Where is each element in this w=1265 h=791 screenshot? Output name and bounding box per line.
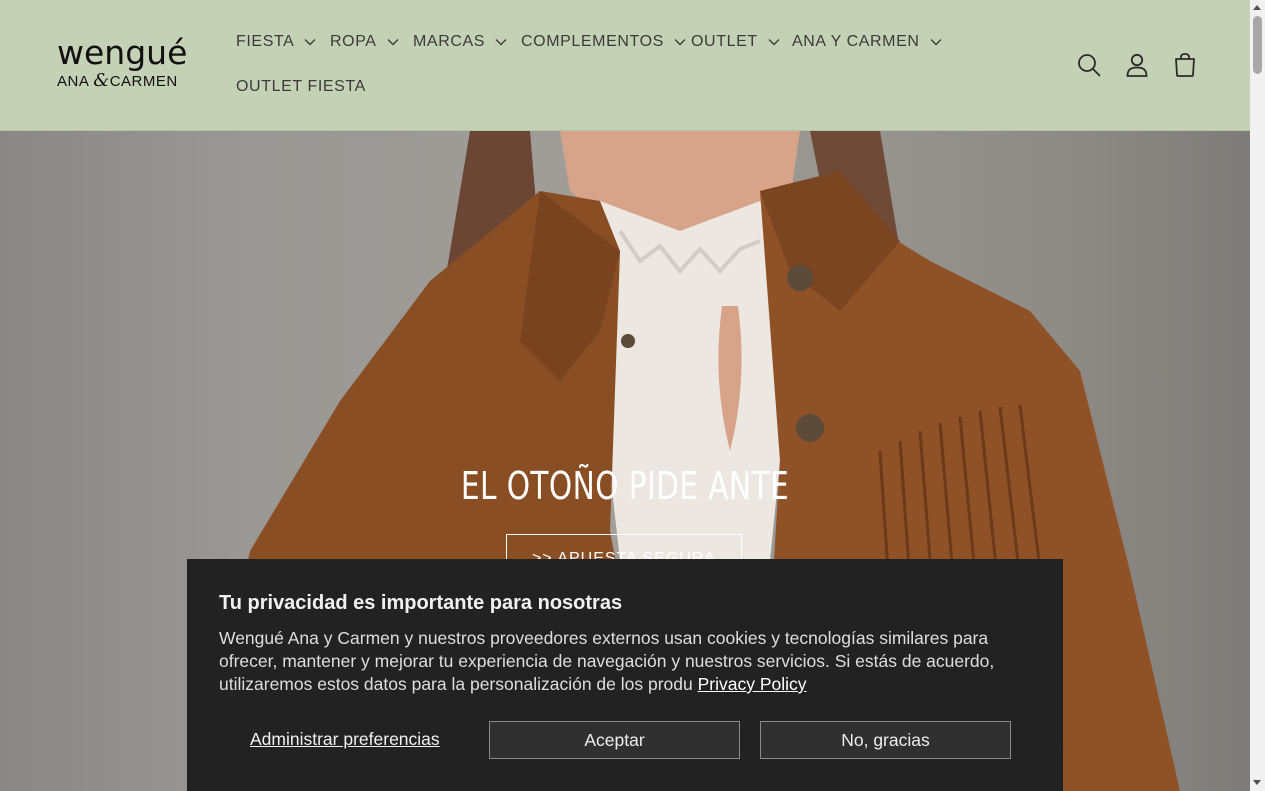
nav-item-outlet[interactable]: OUTLET: [691, 33, 780, 51]
nav-item-label: ROPA: [330, 33, 377, 50]
chevron-down-icon: [674, 38, 686, 46]
nav-item-marcas[interactable]: MARCAS: [413, 33, 507, 51]
search-icon[interactable]: [1075, 51, 1103, 79]
cart-icon[interactable]: [1171, 51, 1199, 79]
account-icon[interactable]: [1123, 51, 1151, 79]
decline-button[interactable]: No, gracias: [760, 721, 1011, 759]
brand-sub-right: CARMEN: [109, 73, 178, 90]
chevron-down-icon: [930, 38, 942, 46]
scroll-up-arrow-icon[interactable]: [1253, 5, 1261, 10]
cookie-body: Wengué Ana y Carmen y nuestros proveedor…: [219, 628, 995, 694]
chevron-down-icon: [304, 38, 316, 46]
scrollbar-thumb[interactable]: [1253, 16, 1262, 74]
brand-sub-left: ANA: [57, 73, 89, 90]
brand-logo[interactable]: wengué ANA &CARMEN: [57, 33, 188, 92]
nav-item-label: COMPLEMENTOS: [521, 33, 664, 50]
scrollbar[interactable]: [1250, 0, 1265, 791]
nav-item-label: MARCAS: [413, 33, 486, 50]
nav-item-label: FIESTA: [236, 33, 295, 50]
nav-item-label: ANA Y CARMEN: [792, 33, 920, 50]
nav-item-outlet-fiesta[interactable]: OUTLET FIESTA: [236, 78, 366, 96]
accept-button[interactable]: Aceptar: [489, 721, 740, 759]
chevron-down-icon: [387, 38, 399, 46]
nav-item-ana-y-carmen[interactable]: ANA Y CARMEN: [792, 33, 942, 51]
manage-preferences-link[interactable]: Administrar preferencias: [250, 729, 440, 750]
nav-item-ropa[interactable]: ROPA: [330, 33, 399, 51]
cookie-text: Wengué Ana y Carmen y nuestros proveedor…: [219, 627, 1034, 696]
nav-item-complementos[interactable]: COMPLEMENTOS: [521, 33, 686, 51]
brand-sub-amp: &: [93, 70, 110, 91]
hero-title: EL OTOÑO PIDE ANTE: [460, 464, 790, 508]
nav-item-fiesta[interactable]: FIESTA: [236, 33, 316, 51]
cookie-banner: Tu privacidad es importante para nosotra…: [187, 559, 1063, 791]
nav-item-label: OUTLET FIESTA: [236, 78, 366, 95]
chevron-down-icon: [768, 38, 780, 46]
chevron-down-icon: [495, 38, 507, 46]
privacy-policy-link[interactable]: Privacy Policy: [698, 674, 807, 694]
cookie-title: Tu privacidad es importante para nosotra…: [219, 592, 623, 614]
brand-subtitle: ANA &CARMEN: [57, 70, 187, 91]
scroll-down-arrow-icon[interactable]: [1253, 780, 1261, 785]
site-header: wengué ANA &CARMEN FIESTA ROPA MARCAS CO…: [0, 0, 1250, 131]
nav-item-label: OUTLET: [691, 33, 758, 50]
brand-name: wengué: [57, 33, 188, 72]
